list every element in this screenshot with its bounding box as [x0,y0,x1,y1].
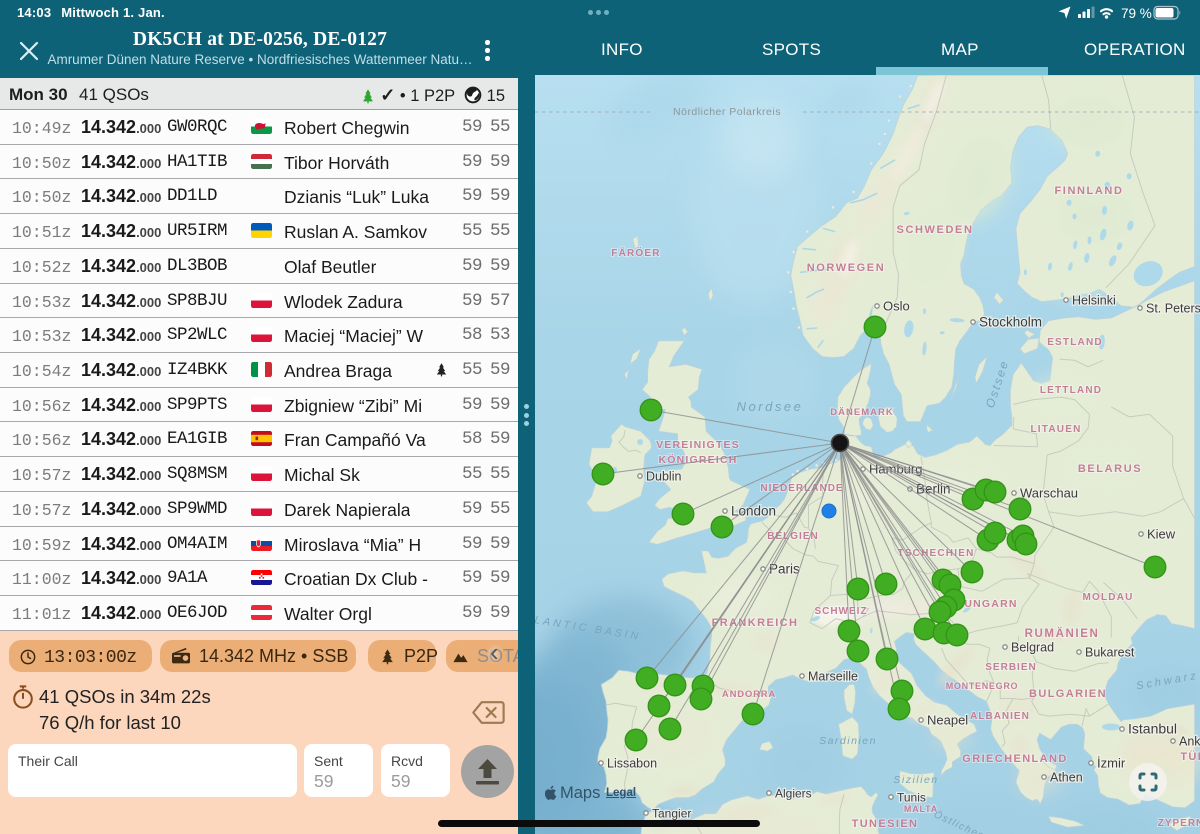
svg-text:Lissabon: Lissabon [607,757,657,771]
svg-text:RUMÄNIEN: RUMÄNIEN [1025,627,1100,640]
svg-text:FINNLAND: FINNLAND [1054,185,1123,197]
svg-text:Nördlicher Polarkreis: Nördlicher Polarkreis [673,106,781,118]
svg-text:Marseille: Marseille [808,670,858,684]
svg-text:79 %: 79 % [1121,6,1152,21]
svg-text:FRANKREICH: FRANKREICH [712,617,799,629]
svg-text:Sardinien: Sardinien [819,735,877,747]
svg-text:BELARUS: BELARUS [1078,463,1142,475]
svg-text:LETTLAND: LETTLAND [1040,385,1102,396]
svg-text:Dublin: Dublin [646,470,681,484]
svg-text:St. Petersb: St. Petersb [1146,302,1200,316]
svg-text:Algiers: Algiers [775,787,812,801]
svg-text:Bukarest: Bukarest [1085,646,1135,660]
svg-text:Nordsee: Nordsee [737,399,804,414]
svg-text:Neapel: Neapel [927,713,968,728]
svg-text:Oslo: Oslo [883,299,910,314]
svg-text:Paris: Paris [769,562,800,577]
svg-text:ZYPERN: ZYPERN [1158,818,1200,829]
svg-text:VEREINIGTES: VEREINIGTES [656,439,740,451]
svg-text:İzmir: İzmir [1097,756,1126,771]
svg-text:MOLDAU: MOLDAU [1082,592,1133,603]
svg-text:Warschau: Warschau [1020,486,1078,501]
svg-text:SCHWEDEN: SCHWEDEN [897,224,974,236]
svg-text:GRIECHENLAND: GRIECHENLAND [962,753,1067,765]
svg-text:FÄRÖER: FÄRÖER [611,246,660,259]
svg-text:TUNESIEN: TUNESIEN [852,818,919,830]
svg-text:ALBANIEN: ALBANIEN [970,711,1030,722]
svg-text:NORWEGEN: NORWEGEN [807,262,886,274]
svg-text:Tunis: Tunis [897,791,926,805]
svg-text:MALTA: MALTA [904,804,938,814]
svg-text:LITAUEN: LITAUEN [1031,424,1082,435]
svg-text:BULGARIEN: BULGARIEN [1029,688,1107,700]
svg-text:Istanbul: Istanbul [1128,721,1177,737]
svg-text:UNGARN: UNGARN [964,598,1017,610]
svg-text:Helsinki: Helsinki [1072,294,1116,308]
svg-text:Athen: Athen [1050,771,1083,785]
svg-text:MONTENEGRO: MONTENEGRO [946,681,1019,691]
svg-text:ESTLAND: ESTLAND [1047,337,1103,348]
svg-text:ANDORRA: ANDORRA [722,689,776,700]
svg-text:Belgrad: Belgrad [1011,641,1054,655]
svg-text:Ank: Ank [1179,735,1200,749]
svg-text:SCHWEIZ: SCHWEIZ [814,606,867,617]
svg-text:KÖNIGREICH: KÖNIGREICH [658,453,737,466]
svg-text:Stockholm: Stockholm [979,315,1042,330]
svg-text:Kiew: Kiew [1147,527,1176,542]
svg-text:DÄNEMARK: DÄNEMARK [830,407,893,418]
svg-text:SERBIEN: SERBIEN [985,662,1036,673]
svg-text:Tangier: Tangier [652,807,691,821]
svg-text:TÜRKEI: TÜRKEI [1180,750,1200,763]
svg-text:Sizilien: Sizilien [893,774,938,786]
